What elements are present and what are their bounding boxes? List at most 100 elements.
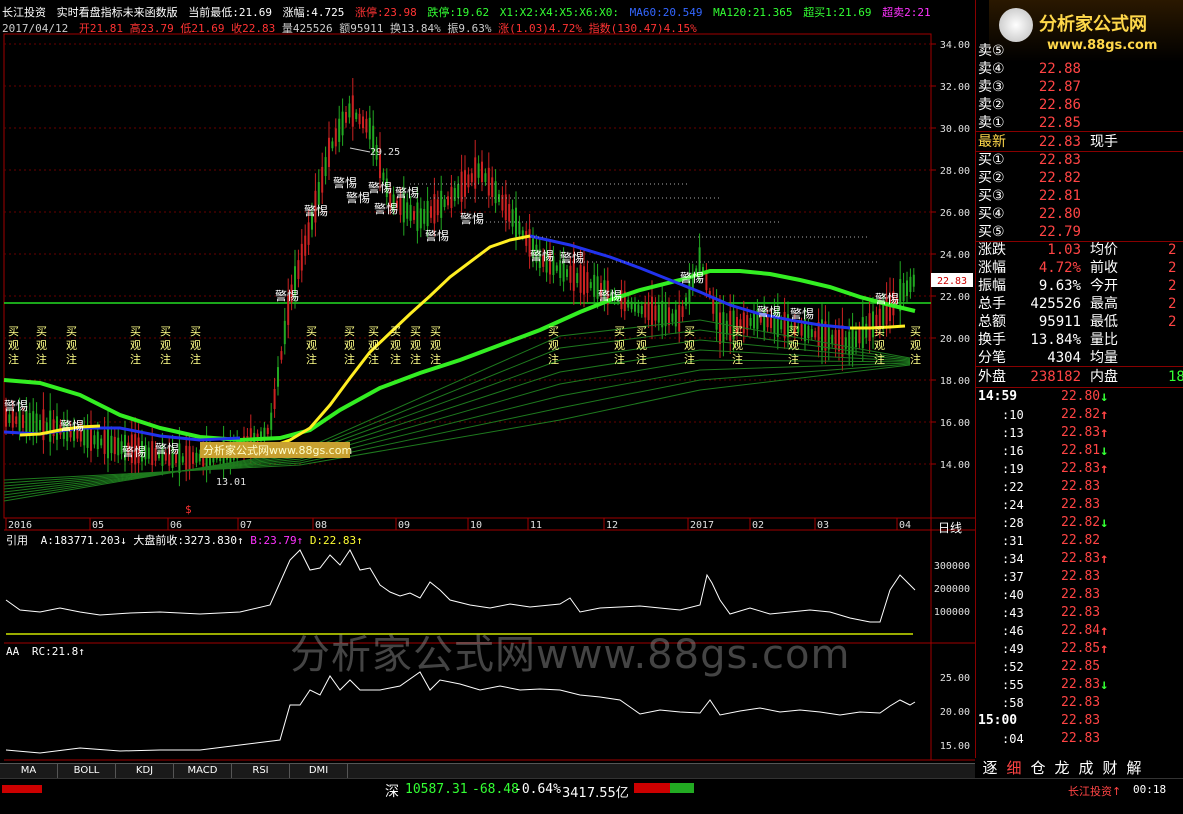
tab-dmi[interactable]: DMI [290, 764, 348, 778]
right-tab-2[interactable]: 仓 [1027, 758, 1049, 778]
tick-row[interactable]: :10 22.82 ↑ [976, 406, 1182, 424]
buy-signal-char: 买 [130, 325, 141, 338]
right-tab-3[interactable]: 龙 [1051, 758, 1073, 778]
candle-body [634, 302, 636, 312]
right-tab-4[interactable]: 成 [1075, 758, 1097, 778]
tick-row[interactable]: :16 22.81 ↓ [976, 442, 1182, 460]
arrow-up-icon: ↑ [1100, 623, 1109, 639]
date-tick: 12 [606, 520, 618, 531]
stat-label: 振幅 [978, 278, 1006, 294]
candle-body [834, 330, 837, 350]
buy-signal-char: 观 [36, 339, 47, 352]
candle-body [266, 427, 269, 435]
tab-macd[interactable]: MACD [174, 764, 232, 778]
buy-row: 买⑤ 22.79 [978, 223, 1183, 241]
tick-row[interactable]: :37 22.83 [976, 568, 1182, 586]
buy-signal: 买观注 [306, 325, 317, 366]
outer-inner-row: 外盘 238182 内盘 18 [978, 368, 1183, 386]
right-tab-1[interactable]: 细 [1003, 758, 1025, 778]
right-tab-0[interactable]: 逐 [979, 758, 1001, 778]
candle-body [409, 204, 412, 221]
tick-time: :34 [1002, 552, 1024, 566]
right-tab-6[interactable]: 解 [1123, 758, 1145, 778]
buy-signal-char: 注 [8, 352, 19, 366]
tab-ma[interactable]: MA [0, 764, 58, 778]
candle-body [358, 113, 361, 125]
tick-row[interactable]: :40 22.83 [976, 586, 1182, 604]
tick-row[interactable]: :04 22.83 [976, 730, 1182, 748]
candle-body [518, 222, 521, 235]
candle-body [331, 141, 334, 149]
stock-name[interactable]: 长江投资 [2, 6, 46, 19]
date-tick: 06 [170, 520, 182, 531]
tick-row[interactable]: :52 22.85 [976, 658, 1182, 676]
stat-label: 总手 [978, 296, 1006, 312]
period-label[interactable]: 日线 [938, 519, 962, 536]
ma60-value: MA60:20.549 [629, 6, 703, 19]
buy-signal: 买观注 [636, 325, 647, 366]
buy-signal-char: 观 [190, 339, 201, 352]
date-tick: 2017 [690, 520, 714, 531]
status-amount: 3417.55亿 [562, 786, 629, 801]
status-broker[interactable]: 长江投资↑ [1068, 783, 1121, 799]
bar-close: 收22.83 [231, 22, 276, 35]
tick-row[interactable]: :13 22.83 ↑ [976, 424, 1182, 442]
sub1-title: 引用 [6, 534, 28, 547]
buy-label: 买① [978, 152, 1005, 168]
candle-body [35, 413, 38, 435]
tick-row[interactable]: :31 22.82 [976, 532, 1182, 550]
tick-time: :24 [1002, 498, 1024, 512]
candle-body [644, 303, 647, 318]
warn-signal: 警惕 [374, 201, 398, 216]
warn-signal: 警惕 [304, 203, 328, 218]
warn-signal: 警惕 [122, 444, 146, 459]
buy-label: 买④ [978, 206, 1005, 222]
candle-body [348, 103, 351, 118]
tick-row[interactable]: :49 22.85 ↑ [976, 640, 1182, 658]
tick-row[interactable]: :19 22.83 ↑ [976, 460, 1182, 478]
tick-price: 22.83 [1061, 479, 1101, 494]
right-tab-5[interactable]: 财 [1099, 758, 1121, 778]
tick-row[interactable]: :43 22.83 [976, 604, 1182, 622]
warn-signal: 警惕 [155, 441, 179, 456]
buy-signal: 买观注 [410, 325, 421, 366]
tick-row[interactable]: 15:00 22.83 [976, 712, 1182, 730]
candle-body [8, 414, 11, 423]
tick-row[interactable]: :22 22.83 [976, 478, 1182, 496]
buy-signal-char: 注 [160, 352, 171, 366]
tick-row[interactable]: :28 22.82 ↓ [976, 514, 1182, 532]
price-tick: 18.00 [940, 376, 970, 387]
candle-body [300, 243, 303, 271]
arrow-down-icon: ↓ [1100, 443, 1109, 459]
tick-row[interactable]: :34 22.83 ↑ [976, 550, 1182, 568]
status-index: 10587.31 [405, 782, 468, 797]
sell-label: 卖① [978, 115, 1005, 131]
tick-row[interactable]: :46 22.84 ↑ [976, 622, 1182, 640]
tick-row[interactable]: :55 22.83 ↓ [976, 676, 1182, 694]
tick-price: 22.84 [1061, 623, 1101, 638]
price-tick: 34.00 [940, 40, 970, 51]
low-annotation: 13.01 [216, 477, 246, 488]
stat-value: 9.63% [1038, 278, 1081, 294]
tab-rsi[interactable]: RSI [232, 764, 290, 778]
candle-body [416, 202, 419, 231]
status-bar: 深 10587.31 -68.48 -0.64% 3417.55亿 长江投资↑ … [0, 778, 1183, 814]
buy-signal-char: 观 [732, 339, 743, 352]
tab-boll[interactable]: BOLL [58, 764, 116, 778]
tick-row[interactable]: :24 22.83 [976, 496, 1182, 514]
candle-body [413, 211, 415, 220]
candle-body [848, 331, 851, 356]
candle-body [705, 272, 708, 291]
candle-body [481, 161, 483, 183]
tick-time: :22 [1002, 480, 1024, 494]
tick-row[interactable]: :58 22.83 [976, 694, 1182, 712]
warn-signal: 警惕 [757, 304, 781, 319]
tick-row[interactable]: 14:59 22.80 ↓ [976, 388, 1182, 406]
sub2-tick: 20.00 [940, 707, 970, 718]
overbuy-value: 超买1:21.69 [803, 6, 872, 19]
warn-signal: 警惕 [333, 175, 357, 190]
tab-kdj[interactable]: KDJ [116, 764, 174, 778]
stat-label: 分笔 [978, 350, 1006, 366]
buy-signal-char: 观 [910, 339, 921, 352]
indicator-name: 实时看盘指标未来函数版 [56, 6, 178, 19]
